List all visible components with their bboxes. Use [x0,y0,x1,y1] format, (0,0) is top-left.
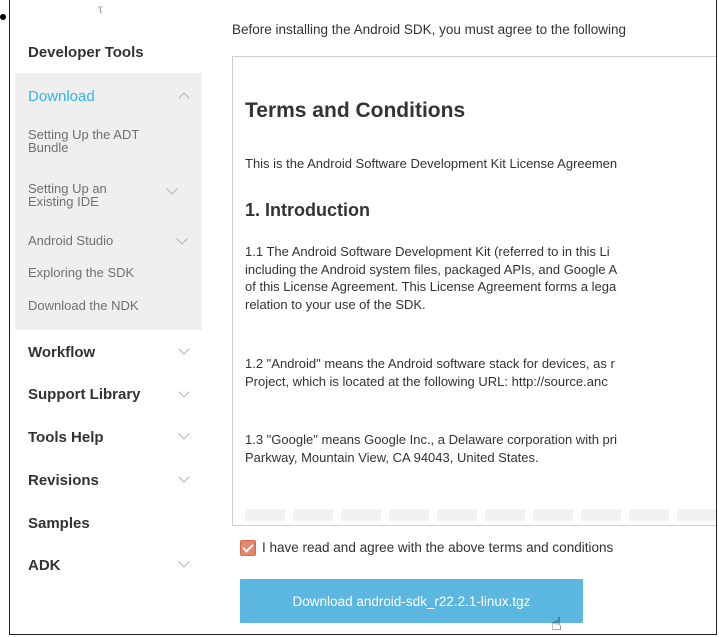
sidebar-subitem-exploring-sdk[interactable]: Exploring the SDK [28,266,134,279]
terms-title: Terms and Conditions [245,99,466,122]
sidebar-subitem-setting-up-adt[interactable]: Setting Up the ADT Bundle [28,128,168,154]
cut-off-text-line [245,509,716,521]
sidebar-subitem-android-studio[interactable]: Android Studio [28,234,113,247]
top-mark: τ [98,2,103,16]
hand-cursor-icon: ☝ [551,614,562,634]
intro-text: Before installing the Android SDK, you m… [232,22,626,37]
sidebar-item-tools-help[interactable]: Tools Help [28,429,104,446]
terms-section-heading: 1. Introduction [245,200,370,220]
sidebar-item-support-library[interactable]: Support Library [28,386,141,403]
sidebar-item-adk[interactable]: ADK [28,557,61,574]
sidebar-item-workflow[interactable]: Workflow [28,344,95,361]
terms-subtitle: This is the Android Software Development… [245,156,618,171]
terms-paragraph-2: 1.2 "Android" means the Android software… [245,356,615,389]
sidebar-item-download[interactable]: Download [28,88,95,105]
terms-paragraph-3: 1.3 "Google" means Google Inc., a Delawa… [245,432,617,465]
sidebar-nav: τ Developer Tools Download Setting Up th… [10,0,203,634]
screenshot-frame: τ Developer Tools Download Setting Up th… [9,0,717,635]
sidebar-item-revisions[interactable]: Revisions [28,472,99,489]
chevron-down-icon[interactable] [178,471,190,483]
list-bullet [0,14,6,20]
sidebar-item-developer-tools[interactable]: Developer Tools [28,44,144,61]
sidebar-subitem-existing-ide[interactable]: Setting Up an Existing IDE [28,182,138,208]
agree-checkbox[interactable] [240,540,256,556]
sidebar-subitem-download-ndk[interactable]: Download the NDK [28,299,139,312]
download-sdk-button[interactable]: Download android-sdk_r22.2.1-linux.tgz [240,579,583,623]
chevron-down-icon[interactable] [178,556,190,568]
sidebar-item-samples[interactable]: Samples [28,515,90,532]
terms-scroll-box[interactable]: Terms and Conditions This is the Android… [232,56,716,526]
chevron-down-icon[interactable] [178,343,190,355]
agree-label: I have read and agree with the above ter… [262,540,614,555]
chevron-down-icon[interactable] [178,386,190,398]
terms-paragraph-1: 1.1 The Android Software Development Kit… [245,244,618,312]
chevron-down-icon[interactable] [178,428,190,440]
